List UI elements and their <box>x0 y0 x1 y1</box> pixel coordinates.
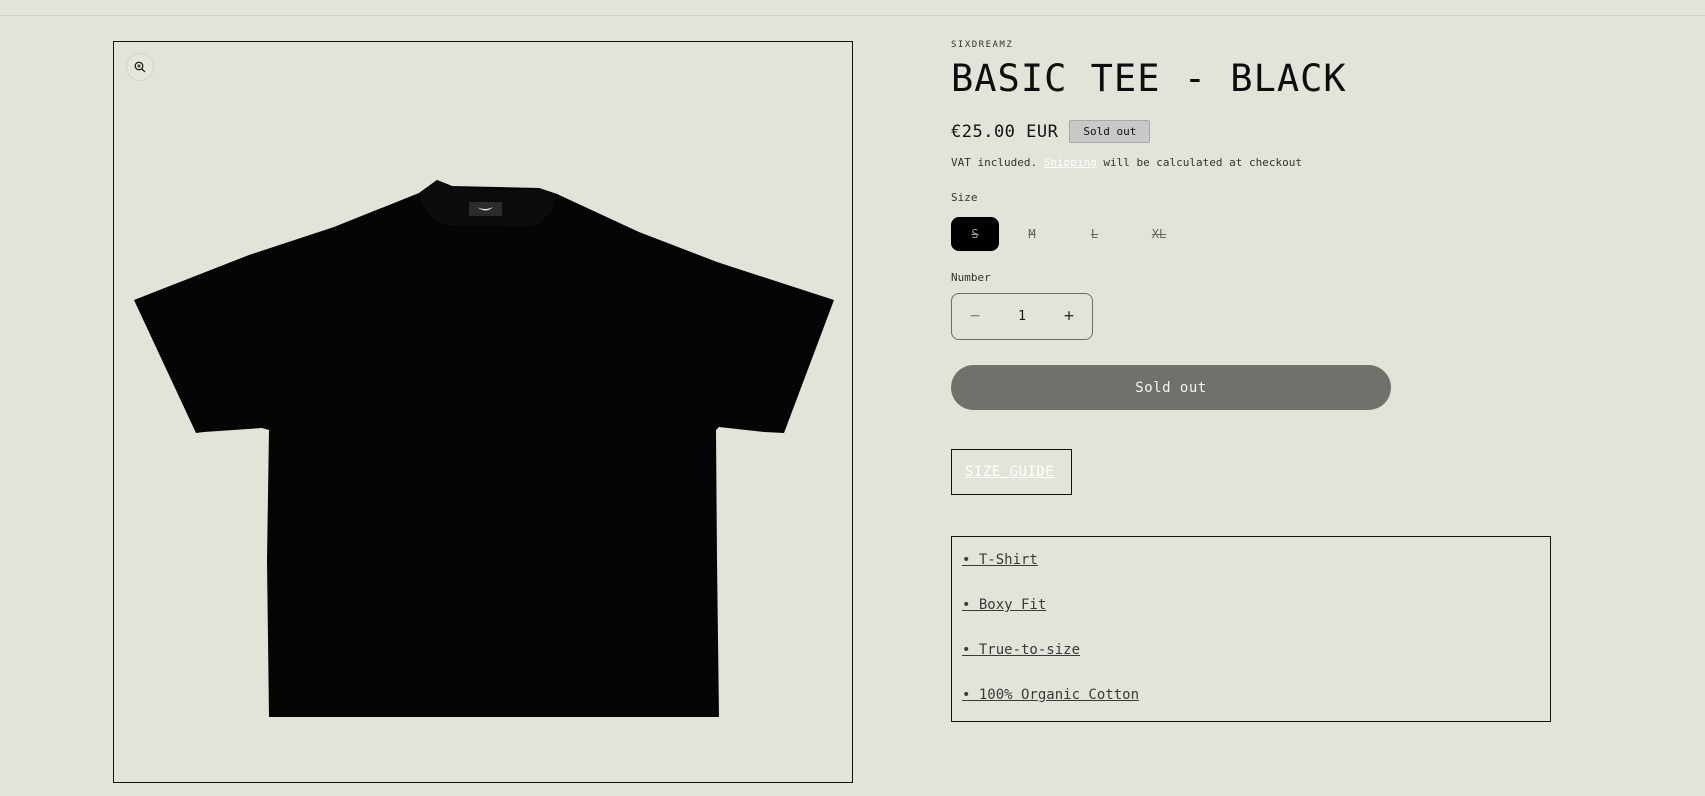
feature-item[interactable]: • True-to-size <box>962 641 1550 686</box>
zoom-in-icon <box>134 61 146 73</box>
product-title: BASIC TEE - BLACK <box>951 57 1347 100</box>
feature-item[interactable]: • 100% Organic Cotton <box>962 686 1550 731</box>
zoom-button[interactable] <box>126 53 154 81</box>
size-option-m[interactable]: M <box>999 217 1065 251</box>
product-media-gallery[interactable] <box>113 41 853 783</box>
size-selector: S M L XL <box>951 217 1194 251</box>
plus-icon[interactable]: + <box>1046 293 1092 340</box>
quantity-stepper: − 1 + <box>951 293 1093 340</box>
size-guide-link[interactable]: SIZE GUIDE <box>965 464 1054 480</box>
shipping-link[interactable]: Shipping <box>1044 156 1097 169</box>
product-price: €25.00 EUR <box>951 121 1059 142</box>
sold-out-badge: Sold out <box>1069 120 1151 143</box>
minus-icon[interactable]: − <box>952 293 998 340</box>
product-features: • T-Shirt • Boxy Fit • True-to-size • 10… <box>951 536 1551 722</box>
tax-prefix: VAT included. <box>951 156 1038 169</box>
tax-suffix: will be calculated at checkout <box>1103 156 1303 169</box>
product-vendor: SIXDREAMZ <box>951 40 1014 50</box>
quantity-label: Number <box>951 271 991 284</box>
tax-note: VAT included. Shipping will be calculate… <box>951 156 1302 169</box>
feature-item[interactable]: • T-Shirt <box>962 551 1550 596</box>
quantity-input[interactable]: 1 <box>998 309 1046 324</box>
size-option-l[interactable]: L <box>1065 217 1124 251</box>
header-divider <box>0 15 1705 16</box>
price-row: €25.00 EUR Sold out <box>951 120 1151 143</box>
size-option-xl[interactable]: XL <box>1124 217 1194 251</box>
feature-item[interactable]: • Boxy Fit <box>962 596 1550 641</box>
size-label: Size <box>951 191 978 204</box>
size-guide-box: SIZE GUIDE <box>951 449 1072 495</box>
product-image[interactable] <box>134 180 834 717</box>
sold-out-button[interactable]: Sold out <box>951 365 1391 410</box>
size-option-s[interactable]: S <box>951 217 999 251</box>
